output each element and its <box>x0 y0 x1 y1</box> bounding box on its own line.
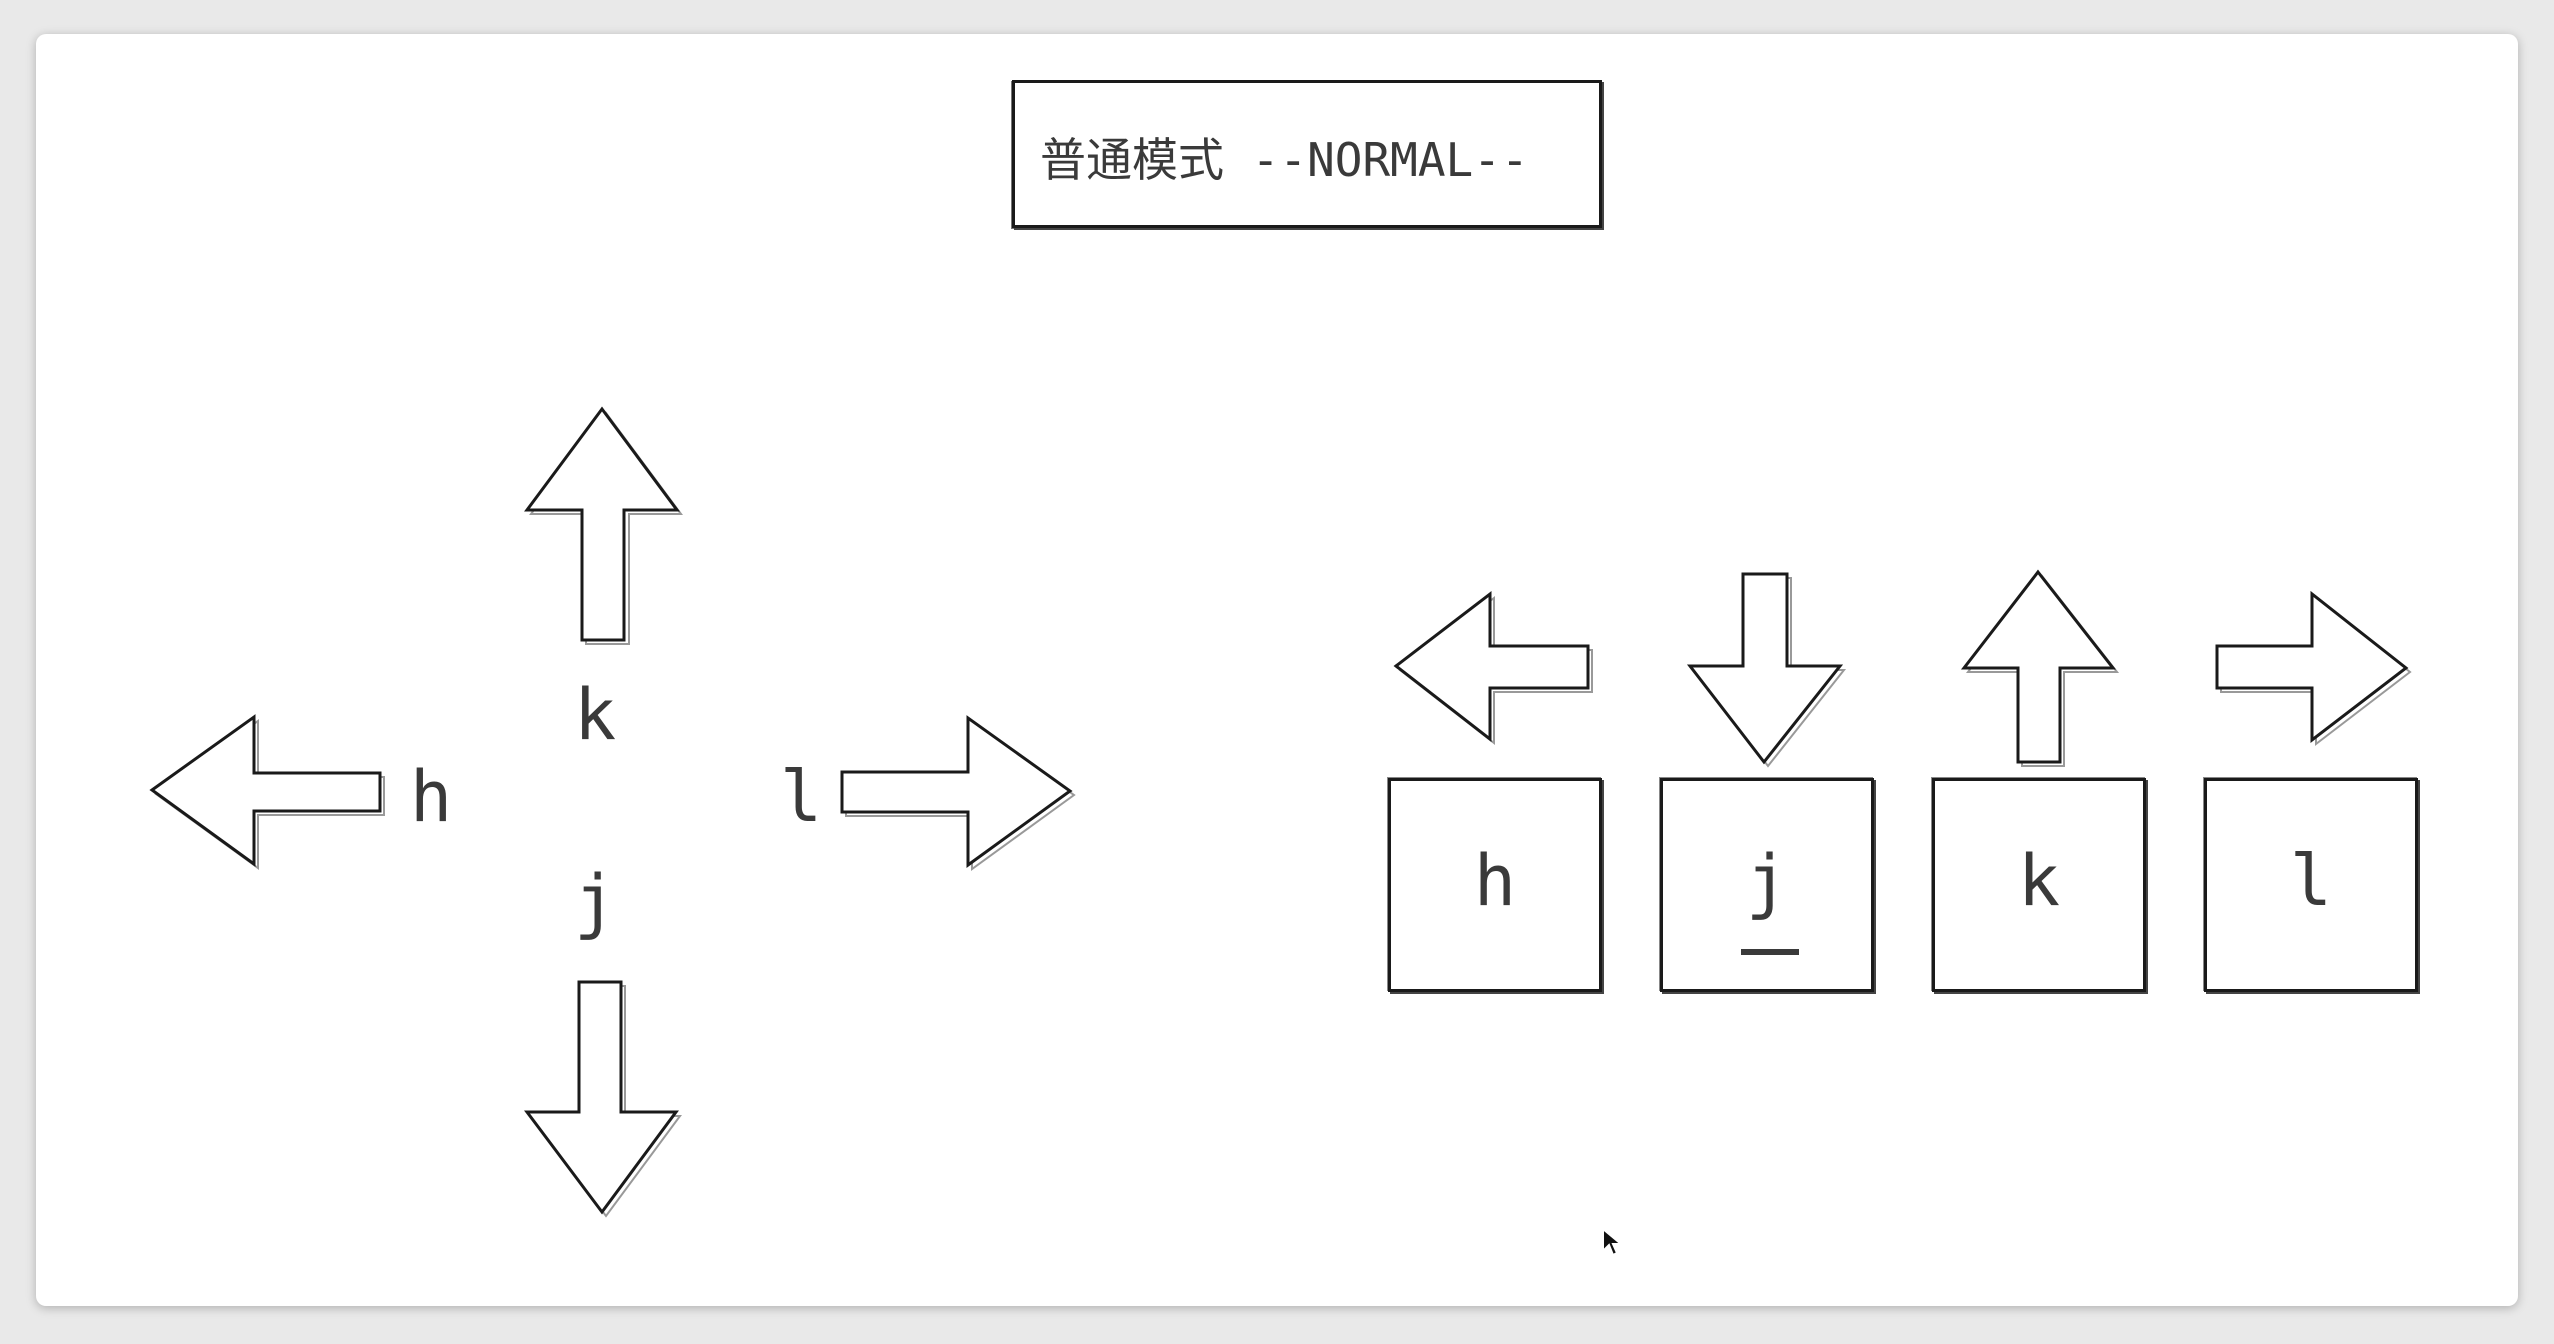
key-j: j <box>1660 778 1874 992</box>
key-k-arrow <box>1960 569 2120 767</box>
key-h-arrow <box>1393 590 1593 746</box>
cross-left-arrow <box>149 714 385 870</box>
mouse-pointer-icon <box>1602 1227 1623 1257</box>
key-j-arrow <box>1686 572 1847 768</box>
cross-down-arrow <box>524 980 682 1218</box>
key-l: l <box>2204 778 2418 992</box>
cross-label-h: h <box>410 756 453 838</box>
cross-up-arrow <box>524 406 683 645</box>
arrows-layer <box>149 406 2412 1218</box>
cross-right-arrow <box>840 715 1076 871</box>
key-j-label: j <box>1745 840 1789 922</box>
key-k-label: k <box>2017 840 2061 922</box>
cross-label-j: j <box>574 860 617 942</box>
key-h: h <box>1388 778 1602 992</box>
key-j-cursor-underline <box>1741 949 1799 955</box>
cross-label-k: k <box>574 674 617 756</box>
key-h-label: h <box>1473 840 1517 922</box>
cross-label-l: l <box>780 756 823 838</box>
key-k: k <box>1932 778 2146 992</box>
key-l-arrow <box>2215 590 2412 747</box>
key-l-label: l <box>2289 840 2333 922</box>
